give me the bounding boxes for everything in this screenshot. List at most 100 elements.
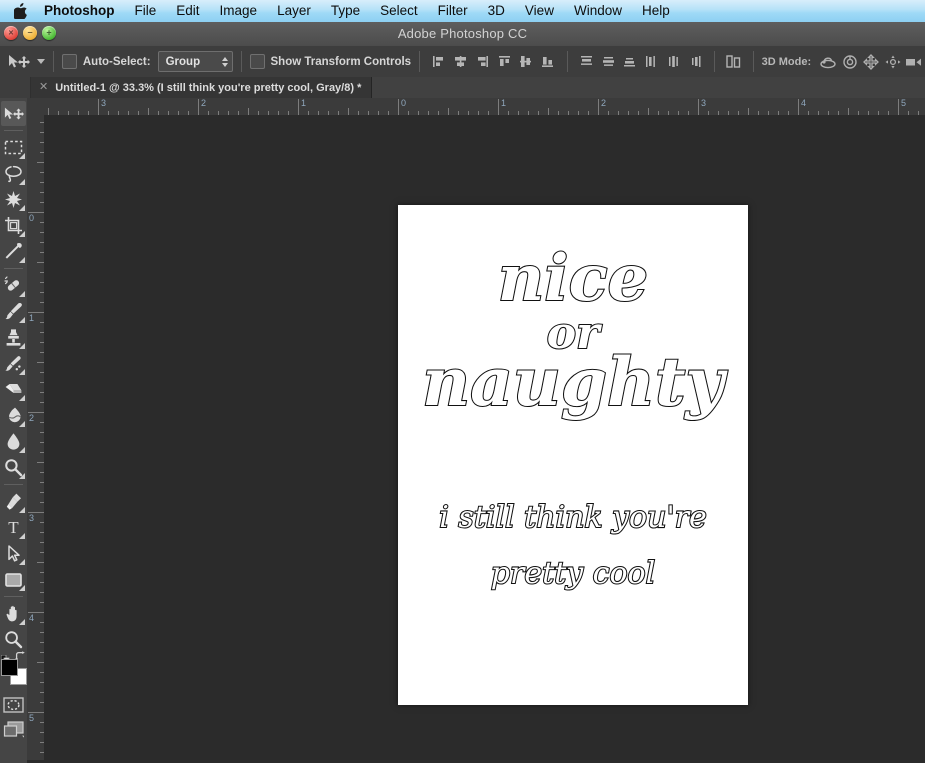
ruler-label-h: 2 (601, 98, 607, 108)
reset-colors-icon[interactable] (0, 651, 10, 664)
apple-icon[interactable] (8, 3, 34, 19)
ruler-origin-corner[interactable] (27, 98, 45, 116)
auto-select-checkbox[interactable] (61, 54, 77, 69)
screen-mode-icon[interactable] (3, 721, 25, 741)
align-bottom-edges-button[interactable] (538, 51, 558, 73)
os-menu-item-view[interactable]: View (515, 0, 564, 22)
os-menu-item-3d[interactable]: 3D (478, 0, 515, 22)
more-tools-triangle-icon[interactable] (19, 257, 25, 263)
os-menu-item-layer[interactable]: Layer (267, 0, 321, 22)
slide-3d-object-button[interactable] (882, 51, 904, 73)
horizontal-ruler[interactable]: 3 2 1 0 1 2 3 4 5 (44, 98, 925, 116)
more-tools-triangle-icon[interactable] (19, 153, 25, 159)
more-tools-triangle-icon[interactable] (19, 205, 25, 211)
tool-options-bar: Auto-Select: Group Show Transform Contro… (0, 46, 925, 78)
svg-text:naughty: naughty (422, 343, 728, 421)
os-menu-item-edit[interactable]: Edit (166, 0, 209, 22)
more-tools-triangle-icon[interactable] (19, 421, 25, 427)
clone-stamp-tool[interactable] (1, 325, 26, 350)
os-menu-item-file[interactable]: File (125, 0, 167, 22)
more-tools-triangle-icon[interactable] (19, 533, 25, 539)
path-selection-tool[interactable] (1, 541, 26, 566)
os-menu-item-image[interactable]: Image (210, 0, 268, 22)
more-tools-triangle-icon[interactable] (19, 231, 25, 237)
dodge-tool[interactable] (1, 455, 26, 480)
roll-3d-object-button[interactable] (839, 51, 861, 73)
divider (4, 268, 23, 269)
tool-preset-chevron-down-icon[interactable] (36, 59, 45, 64)
rectangle-tool[interactable] (1, 567, 26, 592)
divider (714, 51, 715, 72)
quick-mask-icon[interactable] (3, 696, 24, 713)
rectangular-marquee-tool[interactable] (1, 135, 26, 160)
svg-text:i still think you're: i still think you're (439, 500, 707, 535)
more-tools-triangle-icon[interactable] (19, 585, 25, 591)
brush-tool[interactable] (1, 299, 26, 324)
more-tools-triangle-icon[interactable] (19, 343, 25, 349)
application-title-bar: × − + Adobe Photoshop CC (0, 22, 925, 47)
pen-tool[interactable] (1, 489, 26, 514)
align-left-edges-button[interactable] (429, 51, 449, 73)
align-right-edges-button[interactable] (473, 51, 493, 73)
distribute-horizontal-centers-button[interactable] (664, 51, 684, 73)
show-transform-controls-label: Show Transform Controls (270, 55, 412, 68)
more-tools-triangle-icon[interactable] (19, 559, 25, 565)
gradient-tool[interactable] (1, 403, 26, 428)
lasso-tool[interactable] (1, 161, 26, 186)
os-menu-item-window[interactable]: Window (564, 0, 632, 22)
document-canvas[interactable]: nice or naughty i still think you're pre… (398, 205, 748, 705)
os-menu-item-photoshop[interactable]: Photoshop (34, 0, 125, 22)
align-horizontal-centers-button[interactable] (451, 51, 471, 73)
move-tool[interactable] (1, 101, 26, 126)
distribute-vertical-centers-button[interactable] (598, 51, 618, 73)
more-tools-triangle-icon[interactable] (19, 473, 25, 479)
os-menu-item-filter[interactable]: Filter (428, 0, 478, 22)
blur-tool[interactable] (1, 429, 26, 454)
scale-3d-object-button[interactable] (903, 51, 925, 73)
auto-select-scope-value: Group (165, 55, 201, 68)
canvas-workspace[interactable]: nice or naughty i still think you're pre… (44, 115, 925, 760)
os-menu-item-select[interactable]: Select (370, 0, 428, 22)
auto-select-scope-dropdown[interactable]: Group (157, 51, 233, 72)
auto-align-layers-button[interactable] (724, 51, 744, 73)
photoshop-window: Photoshop File Edit Image Layer Type Sel… (0, 0, 925, 763)
more-tools-triangle-icon[interactable] (19, 179, 25, 185)
tools-panel: T (0, 98, 28, 763)
more-tools-triangle-icon[interactable] (19, 619, 25, 625)
rotate-3d-object-button[interactable] (817, 51, 839, 73)
more-tools-triangle-icon[interactable] (19, 447, 25, 453)
os-menu-item-help[interactable]: Help (632, 0, 680, 22)
history-brush-tool[interactable] (1, 351, 26, 376)
distribute-bottom-edges-button[interactable] (620, 51, 640, 73)
more-tools-triangle-icon[interactable] (19, 507, 25, 513)
document-tab[interactable]: ✕ Untitled-1 @ 33.3% (I still think you'… (31, 77, 373, 98)
align-vertical-centers-button[interactable] (516, 51, 536, 73)
os-menu-item-type[interactable]: Type (321, 0, 370, 22)
show-transform-controls-checkbox[interactable] (249, 54, 265, 69)
more-tools-triangle-icon[interactable] (19, 395, 25, 401)
magic-wand-tool[interactable] (1, 187, 26, 212)
divider (4, 130, 23, 131)
move-tool-icon[interactable] (6, 54, 33, 70)
more-tools-triangle-icon[interactable] (19, 291, 25, 297)
distribute-left-edges-button[interactable] (642, 51, 662, 73)
close-icon[interactable]: ✕ (39, 82, 48, 93)
artwork-outline-lettering: nice or naughty i still think you're pre… (398, 205, 748, 705)
spot-healing-brush-tool[interactable] (1, 273, 26, 298)
horizontal-type-tool[interactable]: T (1, 515, 26, 540)
more-tools-triangle-icon[interactable] (19, 317, 25, 323)
eraser-tool[interactable] (1, 377, 26, 402)
align-top-edges-button[interactable] (494, 51, 514, 73)
tool-preset-strip[interactable] (0, 77, 31, 98)
foreground-color-swatch[interactable] (1, 659, 18, 676)
eyedropper-tool[interactable] (1, 239, 26, 264)
crop-tool[interactable] (1, 213, 26, 238)
distribute-right-edges-button[interactable] (685, 51, 705, 73)
more-tools-triangle-icon[interactable] (19, 369, 25, 375)
hand-tool[interactable] (1, 601, 26, 626)
drag-3d-object-button[interactable] (860, 51, 882, 73)
vertical-ruler[interactable]: 0 1 2 3 4 5 (27, 115, 45, 760)
distribute-top-edges-button[interactable] (576, 51, 596, 73)
stepper-arrows-icon (221, 56, 228, 67)
window-title: Adobe Photoshop CC (397, 26, 528, 41)
